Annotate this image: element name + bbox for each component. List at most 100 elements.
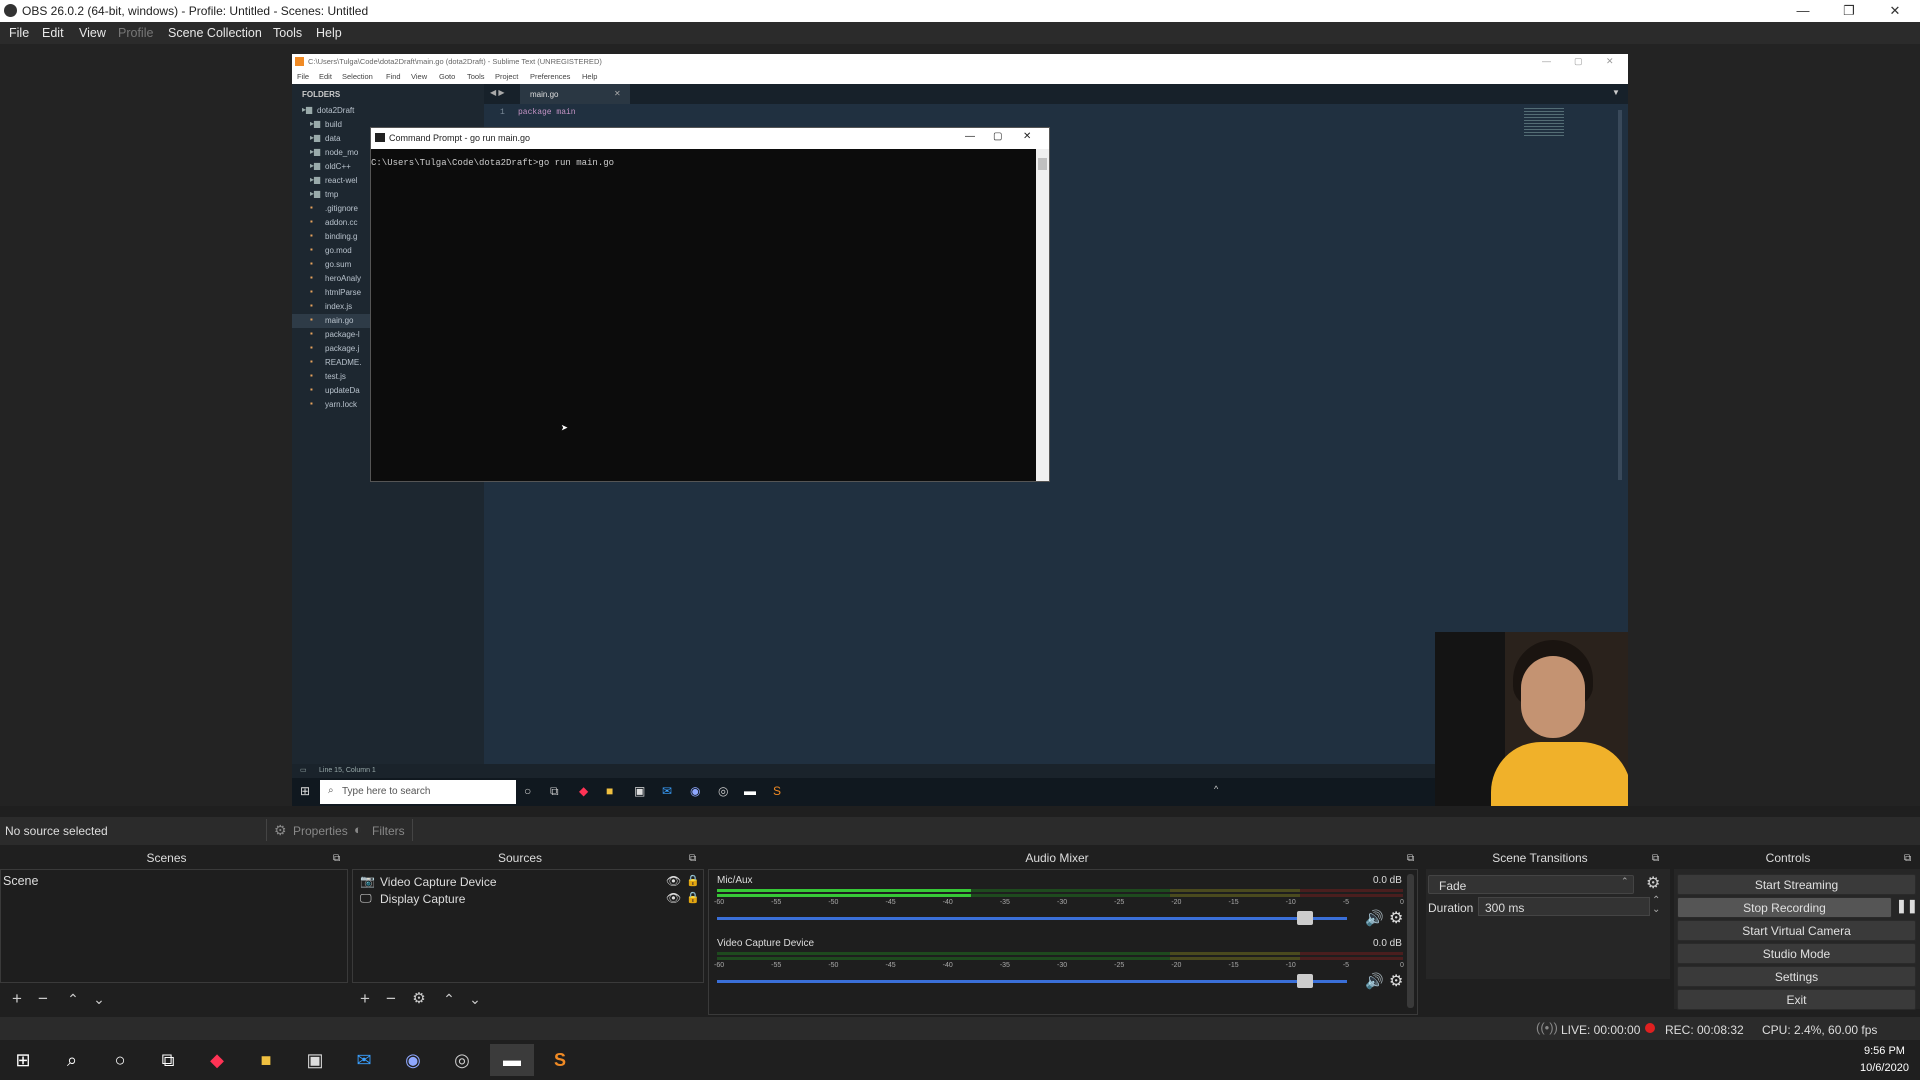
inner-start-icon[interactable]: ⊞	[300, 784, 310, 798]
inner-tray-chevron-icon[interactable]: ^	[1214, 784, 1218, 794]
sublime-minimize-icon[interactable]: —	[1542, 56, 1551, 66]
inner-mail-icon[interactable]: ✉	[662, 784, 672, 798]
volume-slider-handle[interactable]	[1296, 911, 1313, 925]
sublime-menu-project[interactable]: Project	[495, 72, 518, 81]
mixer-float-icon[interactable]: ⧉	[1407, 853, 1414, 864]
discord-icon[interactable]: ◉	[396, 1044, 430, 1076]
remove-source-button[interactable]: −	[380, 988, 402, 1010]
sublime-menu-file[interactable]: File	[297, 72, 309, 81]
command-prompt-window[interactable]: Command Prompt - go run main.go — ▢ ✕ C:…	[370, 127, 1050, 482]
sublime-menu-find[interactable]: Find	[386, 72, 401, 81]
start-button-icon[interactable]: ⊞	[6, 1044, 40, 1076]
minimize-button[interactable]: —	[1780, 0, 1826, 22]
volume-slider[interactable]	[717, 980, 1347, 983]
channel-gear-icon[interactable]: ⚙	[1389, 908, 1403, 928]
add-source-button[interactable]: +	[354, 988, 376, 1010]
lock-icon[interactable]: 🔒	[686, 874, 700, 887]
exit-button[interactable]: Exit	[1677, 989, 1916, 1010]
scenes-list[interactable]: Scene	[0, 869, 348, 983]
sublime-menu-goto[interactable]: Goto	[439, 72, 455, 81]
visibility-eye-icon[interactable]: 👁	[666, 874, 681, 888]
sublime-menu-view[interactable]: View	[411, 72, 427, 81]
transition-select[interactable]: Fade ⌃	[1428, 875, 1634, 894]
sublime-menu-tools[interactable]: Tools	[467, 72, 485, 81]
add-scene-button[interactable]: +	[6, 988, 28, 1010]
file-explorer-icon[interactable]: ■	[249, 1044, 283, 1076]
source-properties-gear-icon[interactable]: ⚙	[408, 988, 430, 1010]
settings-button[interactable]: Settings	[1677, 966, 1916, 987]
store-icon[interactable]: ▣	[298, 1044, 332, 1076]
menu-view[interactable]: View	[79, 26, 106, 40]
task-view-icon[interactable]: ⧉	[151, 1044, 185, 1076]
inner-obs-icon[interactable]: ◎	[718, 784, 728, 798]
sublime-menu-help[interactable]: Help	[582, 72, 597, 81]
stop-recording-button[interactable]: Stop Recording	[1677, 897, 1892, 918]
obs-taskbar-icon[interactable]: ◎	[445, 1044, 479, 1076]
scenes-float-icon[interactable]: ⧉	[333, 853, 340, 864]
menu-edit[interactable]: Edit	[42, 26, 64, 40]
speaker-mute-icon[interactable]: 🔊	[1365, 909, 1384, 927]
tab-dropdown-icon[interactable]: ▼	[1612, 88, 1620, 97]
lock-icon[interactable]: 🔒	[686, 891, 700, 904]
transition-gear-icon[interactable]: ⚙	[1646, 873, 1660, 893]
mixer-scrollbar[interactable]	[1407, 874, 1414, 1008]
clock-time[interactable]: 9:56 PM	[1864, 1045, 1905, 1057]
sublime-maximize-icon[interactable]: ▢	[1574, 56, 1583, 67]
start-virtual-camera-button[interactable]: Start Virtual Camera	[1677, 920, 1916, 941]
inner-brave-icon[interactable]: ◆	[579, 784, 588, 798]
close-button[interactable]: ✕	[1872, 0, 1918, 22]
brave-icon[interactable]: ◆	[200, 1044, 234, 1076]
inner-discord-icon[interactable]: ◉	[690, 784, 700, 798]
cmd-console[interactable]: C:\Users\Tulga\Code\dota2Draft>go run ma…	[371, 149, 1036, 481]
duration-stepper-icon[interactable]: ⌃ ⌄	[1652, 896, 1660, 915]
tree-root-folder[interactable]: ▸▆ dota2Draft	[292, 104, 484, 118]
menu-scene-collection[interactable]: Scene Collection	[168, 26, 262, 40]
sublime-menu-edit[interactable]: Edit	[319, 72, 332, 81]
controls-float-icon[interactable]: ⧉	[1904, 853, 1911, 864]
pause-recording-icon[interactable]: ❚❚	[1896, 898, 1918, 914]
duration-spinbox[interactable]: 300 ms	[1478, 897, 1650, 916]
tab-nav-icon[interactable]: ◀ ▶	[490, 88, 505, 97]
menu-help[interactable]: Help	[316, 26, 342, 40]
transitions-float-icon[interactable]: ⧉	[1652, 853, 1659, 864]
inner-explorer-icon[interactable]: ■	[606, 784, 613, 798]
panel-icon[interactable]: ▭	[300, 766, 307, 774]
volume-slider-handle[interactable]	[1296, 974, 1313, 988]
mail-icon[interactable]: ✉	[347, 1044, 381, 1076]
sublime-taskbar-icon[interactable]: S	[543, 1044, 577, 1076]
sublime-close-icon[interactable]: ✕	[1606, 56, 1614, 67]
visibility-eye-icon[interactable]: 👁	[666, 891, 681, 905]
tab-close-icon[interactable]: ✕	[614, 89, 621, 98]
inner-taskview-icon[interactable]: ⧉	[550, 784, 559, 799]
source-down-button[interactable]: ⌄	[464, 988, 486, 1010]
inner-store-icon[interactable]: ▣	[634, 784, 645, 798]
filters-button[interactable]: Filters	[372, 824, 405, 838]
command-prompt-taskbar-icon[interactable]: ▬	[490, 1044, 534, 1076]
studio-mode-button[interactable]: Studio Mode	[1677, 943, 1916, 964]
minimap[interactable]	[1524, 108, 1564, 138]
inner-sublime-icon[interactable]: S	[773, 784, 781, 798]
remove-scene-button[interactable]: −	[32, 988, 54, 1010]
source-item[interactable]: 🖵 Display Capture 👁 🔒	[356, 891, 701, 908]
volume-slider[interactable]	[717, 917, 1347, 920]
cmd-close-icon[interactable]: ✕	[1023, 131, 1031, 142]
inner-cortana-icon[interactable]: ○	[524, 784, 531, 798]
inner-search-box[interactable]: ⌕ Type here to search	[320, 780, 516, 804]
source-up-button[interactable]: ⌃	[438, 988, 460, 1010]
sublime-menu-preferences[interactable]: Preferences	[530, 72, 570, 81]
menu-profile[interactable]: Profile	[118, 26, 153, 40]
cmd-minimize-icon[interactable]: —	[965, 131, 975, 142]
scene-up-button[interactable]: ⌃	[62, 988, 84, 1010]
menu-file[interactable]: File	[9, 26, 29, 40]
search-icon[interactable]: ⌕	[55, 1044, 89, 1076]
cmd-scroll-thumb[interactable]	[1038, 158, 1047, 170]
sublime-menu-selection[interactable]: Selection	[342, 72, 373, 81]
editor-scrollbar[interactable]	[1618, 110, 1622, 480]
inner-cmd-icon[interactable]: ▬	[744, 784, 756, 798]
speaker-mute-icon[interactable]: 🔊	[1365, 972, 1384, 990]
cmd-maximize-icon[interactable]: ▢	[993, 131, 1002, 142]
clock-date[interactable]: 10/6/2020	[1860, 1062, 1909, 1074]
source-item[interactable]: 📷 Video Capture Device 👁 🔒	[356, 874, 701, 891]
channel-gear-icon[interactable]: ⚙	[1389, 971, 1403, 991]
sources-float-icon[interactable]: ⧉	[689, 853, 696, 864]
